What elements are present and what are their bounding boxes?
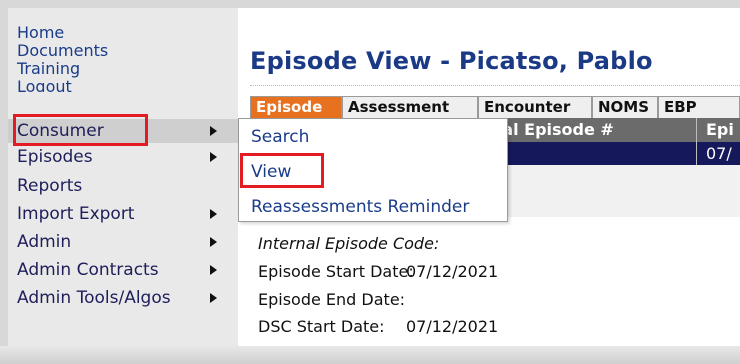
internal-episode-code-label: Internal Episode Code: [258,234,440,253]
dsc-start-date-value: 07/12/2021 [406,317,499,336]
sidebar-menu-label: Import Export [17,204,135,224]
tab-noms[interactable]: NOMS [592,96,658,118]
sidebar-menu-episodes[interactable]: Episodes [8,145,238,169]
title-divider [250,85,740,86]
documents-link[interactable]: Documents [17,42,108,60]
sidebar-menu-label: Admin Contracts [17,260,159,280]
window-frame-top [0,0,740,8]
sidebar-menu-label: Episodes [17,147,93,167]
column-header-episode[interactable]: Epi [706,120,734,139]
episode-start-date-value: 07/12/2021 [406,262,499,281]
tab-episode[interactable]: Episode [250,96,342,118]
chevron-right-icon [210,152,217,162]
sidebar-menu-admin[interactable]: Admin [8,230,238,254]
sidebar-menu-label: Admin Tools/Algos [17,288,171,308]
table-cell-episode-date: 07/ [706,144,732,163]
submenu-item-reassessments-reminder[interactable]: Reassessments Reminder [251,197,469,217]
chevron-right-icon [210,209,217,219]
submenu-item-search[interactable]: Search [251,127,309,147]
logout-link[interactable]: Logout [17,78,72,92]
chevron-right-icon [210,293,217,303]
chevron-right-icon [210,237,217,247]
column-separator [696,118,697,142]
sidebar-menu-label: Admin [17,232,72,252]
highlight-box-consumer [13,114,148,146]
episode-end-date-label: Episode End Date: [258,290,406,309]
chevron-right-icon [210,265,217,275]
episode-start-date-label: Episode Start Date: [258,262,414,281]
column-separator [696,142,697,165]
sidebar-menu-admin-contracts[interactable]: Admin Contracts [8,258,238,282]
sidebar-menu-reports[interactable]: Reports [8,174,238,198]
home-link[interactable]: Home [17,24,64,42]
sidebar-menu-import-export[interactable]: Import Export [8,202,238,226]
page-title: Episode View - Picatso, Pablo [250,47,653,75]
sidebar-menu-admin-tools-algos[interactable]: Admin Tools/Algos [8,286,238,310]
training-link[interactable]: Training [17,60,80,78]
tab-encounter[interactable]: Encounter [478,96,592,118]
chevron-right-icon [210,126,217,136]
tab-ebp[interactable]: EBP [658,96,740,118]
sidebar-menu-label: Reports [17,176,83,196]
tab-assessment[interactable]: Assessment [342,96,478,118]
window-frame-bottom [0,346,740,364]
dsc-start-date-label: DSC Start Date: [258,317,385,336]
highlight-box-view [240,153,324,188]
window-frame-left [0,0,8,364]
